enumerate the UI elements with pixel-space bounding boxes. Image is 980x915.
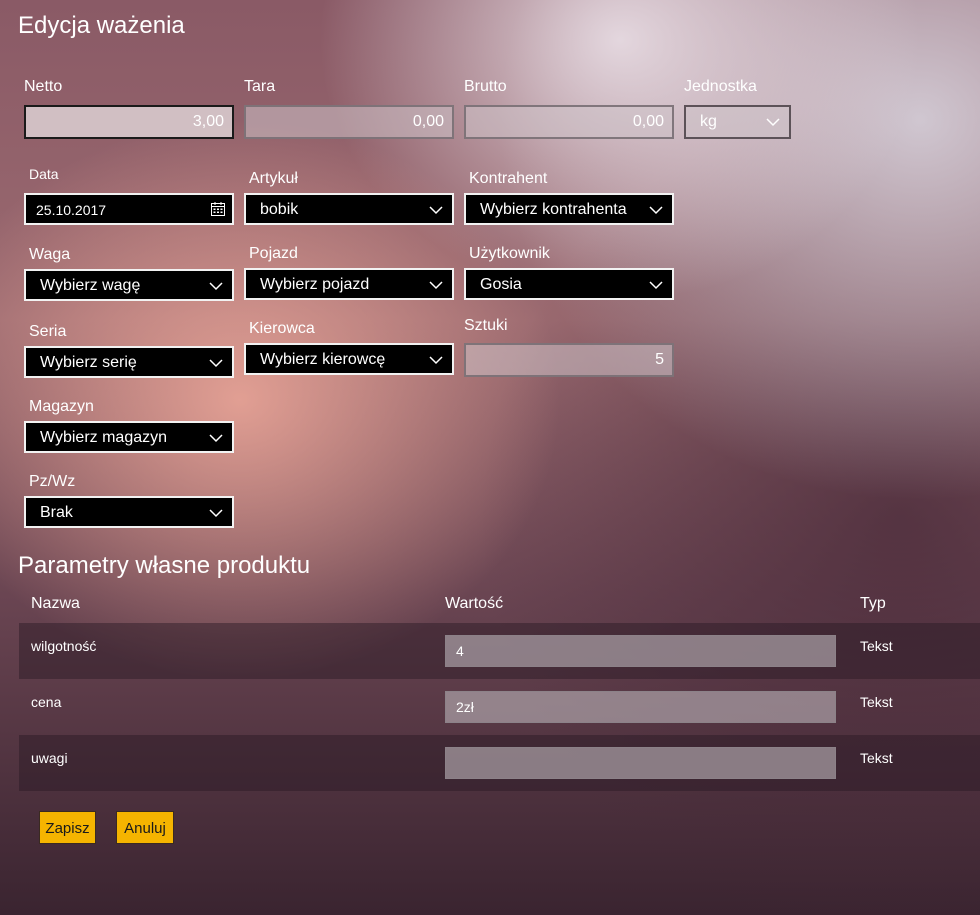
netto-field[interactable]: 3,00 bbox=[24, 105, 234, 139]
kontrahent-value: Wybierz kontrahenta bbox=[480, 201, 627, 218]
chevron-down-icon bbox=[429, 356, 443, 365]
params-title: Parametry własne produktu bbox=[18, 552, 311, 579]
magazyn-select[interactable]: Wybierz magazyn bbox=[24, 421, 234, 453]
kierowca-value: Wybierz kierowcę bbox=[260, 351, 386, 368]
save-button[interactable]: Zapisz bbox=[39, 811, 96, 844]
seria-select[interactable]: Wybierz serię bbox=[24, 346, 234, 378]
chevron-down-icon bbox=[209, 282, 223, 291]
jednostka-label: Jednostka bbox=[684, 78, 757, 95]
table-row: uwagi Tekst bbox=[19, 735, 980, 791]
column-header-type: Typ bbox=[860, 595, 886, 612]
date-picker[interactable]: 25.10.2017 bbox=[24, 193, 234, 225]
jednostka-select[interactable]: kg bbox=[684, 105, 791, 139]
param-value-input[interactable]: 4 bbox=[445, 635, 836, 667]
netto-label: Netto bbox=[24, 78, 63, 95]
kierowca-select[interactable]: Wybierz kierowcę bbox=[244, 343, 454, 375]
data-label: Data bbox=[29, 166, 59, 182]
pojazd-value: Wybierz pojazd bbox=[260, 276, 370, 293]
magazyn-value: Wybierz magazyn bbox=[40, 429, 168, 446]
table-row: wilgotność 4 Tekst bbox=[19, 623, 980, 679]
cancel-button[interactable]: Anuluj bbox=[116, 811, 174, 844]
pojazd-label: Pojazd bbox=[249, 245, 298, 262]
pojazd-select[interactable]: Wybierz pojazd bbox=[244, 268, 454, 300]
column-header-name: Nazwa bbox=[31, 595, 80, 612]
kontrahent-label: Kontrahent bbox=[469, 170, 548, 187]
param-value-input[interactable] bbox=[445, 747, 836, 779]
waga-value: Wybierz wagę bbox=[40, 277, 141, 294]
chevron-down-icon bbox=[429, 281, 443, 290]
waga-select[interactable]: Wybierz wagę bbox=[24, 269, 234, 301]
pzwz-value: Brak bbox=[40, 504, 73, 521]
chevron-down-icon bbox=[649, 281, 663, 290]
param-name: uwagi bbox=[31, 750, 68, 766]
uzytkownik-select[interactable]: Gosia bbox=[464, 268, 674, 300]
date-value: 25.10.2017 bbox=[36, 202, 107, 218]
brutto-label: Brutto bbox=[464, 78, 507, 95]
sztuki-label: Sztuki bbox=[464, 317, 508, 334]
waga-label: Waga bbox=[29, 246, 71, 263]
pzwz-label: Pz/Wz bbox=[29, 473, 76, 490]
tara-label: Tara bbox=[244, 78, 276, 95]
chevron-down-icon bbox=[209, 359, 223, 368]
param-type: Tekst bbox=[860, 750, 893, 766]
param-type: Tekst bbox=[860, 638, 893, 654]
param-value-input[interactable]: 2zł bbox=[445, 691, 836, 723]
chevron-down-icon bbox=[209, 509, 223, 518]
pzwz-select[interactable]: Brak bbox=[24, 496, 234, 528]
artykul-label: Artykuł bbox=[249, 170, 298, 187]
param-type: Tekst bbox=[860, 694, 893, 710]
param-name: cena bbox=[31, 694, 62, 710]
tara-field[interactable]: 0,00 bbox=[244, 105, 454, 139]
column-header-value: Wartość bbox=[445, 595, 504, 612]
chevron-down-icon bbox=[766, 118, 780, 127]
seria-value: Wybierz serię bbox=[40, 354, 137, 371]
kontrahent-select[interactable]: Wybierz kontrahenta bbox=[464, 193, 674, 225]
chevron-down-icon bbox=[429, 206, 443, 215]
jednostka-value: kg bbox=[700, 113, 717, 130]
chevron-down-icon bbox=[649, 206, 663, 215]
kierowca-label: Kierowca bbox=[249, 320, 315, 337]
param-name: wilgotność bbox=[31, 638, 97, 654]
calendar-icon bbox=[211, 202, 225, 216]
artykul-value: bobik bbox=[260, 201, 299, 218]
page-title: Edycja ważenia bbox=[18, 12, 185, 39]
seria-label: Seria bbox=[29, 323, 67, 340]
artykul-select[interactable]: bobik bbox=[244, 193, 454, 225]
uzytkownik-value: Gosia bbox=[480, 276, 522, 293]
chevron-down-icon bbox=[209, 434, 223, 443]
table-row: cena 2zł Tekst bbox=[19, 679, 980, 735]
uzytkownik-label: Użytkownik bbox=[469, 245, 550, 262]
brutto-field[interactable]: 0,00 bbox=[464, 105, 674, 139]
magazyn-label: Magazyn bbox=[29, 398, 94, 415]
sztuki-field[interactable]: 5 bbox=[464, 343, 674, 377]
